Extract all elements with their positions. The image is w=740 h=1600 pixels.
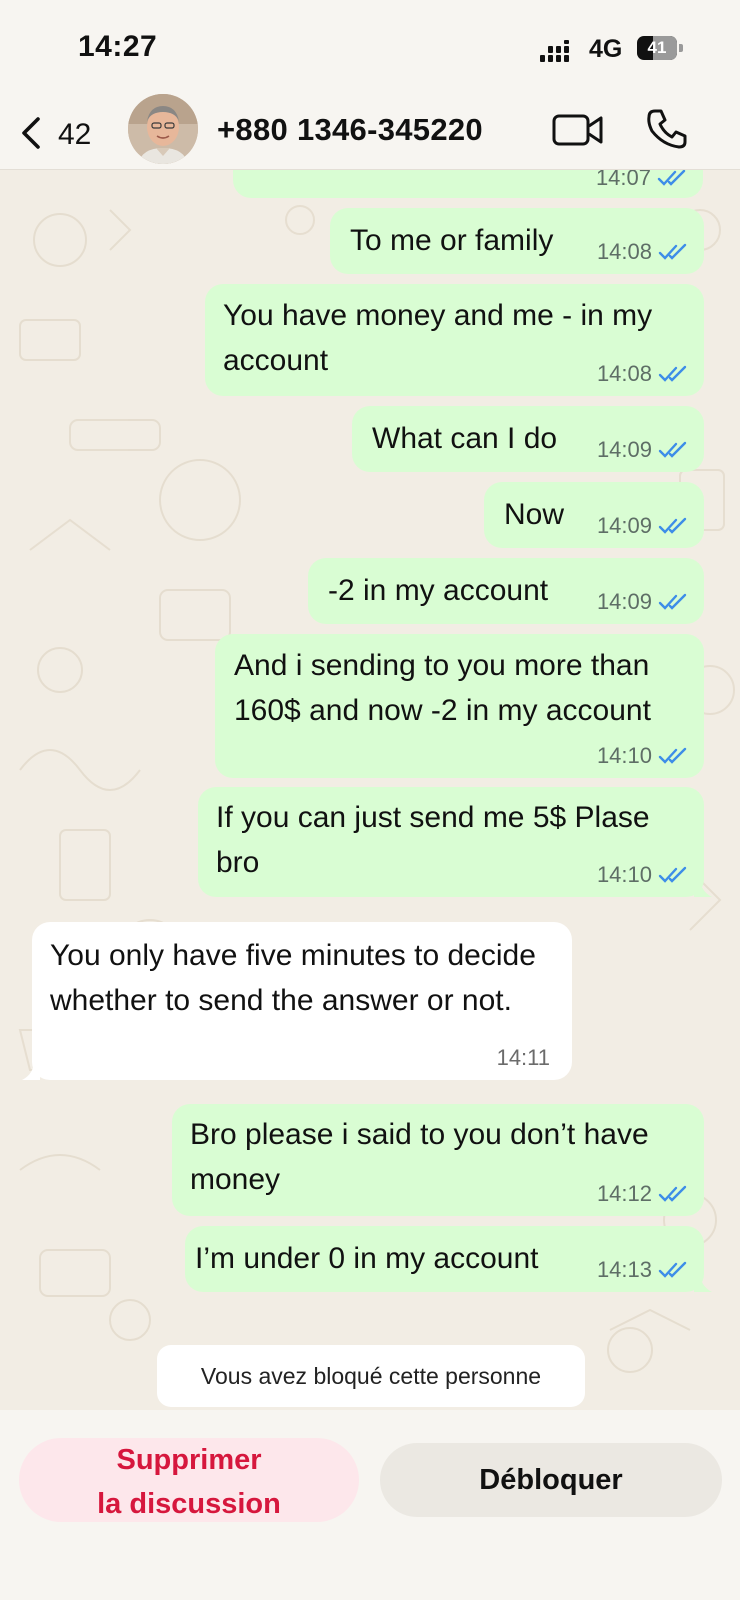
message-meta: 14:08: [597, 362, 690, 386]
message-bubble-outgoing[interactable]: -2 in my account 14:09: [308, 558, 704, 624]
message-meta: 14:08: [597, 240, 690, 264]
read-receipt-icon: [658, 517, 687, 534]
message-meta: 14:09: [597, 590, 690, 614]
network-type-label: 4G: [589, 35, 623, 63]
status-bar: 14:27 4G 41: [0, 0, 740, 96]
delete-chat-label-line2: la discussion: [97, 1488, 281, 1520]
message-time: 14:10: [596, 862, 652, 887]
signal-strength-icon: [540, 40, 569, 62]
message-meta: 14:11: [497, 1046, 550, 1070]
read-receipt-icon: [658, 747, 687, 764]
read-receipt-icon: [658, 1185, 687, 1202]
message-bubble-outgoing[interactable]: And i sending to you more than 160$ and …: [215, 634, 704, 778]
unblock-button[interactable]: Débloquer: [380, 1443, 722, 1517]
chat-header: 42 +880 1346-345220: [0, 94, 740, 170]
bubble-tail: [694, 877, 712, 897]
read-receipt-icon: [658, 866, 687, 883]
message-bubble-outgoing[interactable]: To me or family 14:08: [330, 208, 704, 274]
contact-name[interactable]: +880 1346-345220: [217, 112, 483, 148]
video-call-icon[interactable]: [552, 112, 604, 148]
battery-body: 41: [637, 36, 677, 60]
message-bubble-outgoing[interactable]: Bro please i said to you don’t have mone…: [172, 1104, 704, 1216]
message-meta: 14:09: [597, 438, 690, 462]
bubble-tail: [22, 1060, 40, 1080]
delete-chat-button[interactable]: Supprimer la discussion: [19, 1438, 359, 1522]
bubble-tail: [694, 1272, 712, 1292]
message-bubble-outgoing[interactable]: Now 14:09: [484, 482, 704, 548]
message-meta: 14:10: [597, 744, 690, 768]
status-time: 14:27: [78, 30, 158, 63]
message-text: And i sending to you more than 160$ and …: [234, 649, 651, 727]
blocked-actions-bar: Supprimer la discussion Débloquer: [0, 1410, 740, 1600]
message-bubble-outgoing[interactable]: I’m under 0 in my account 14:13: [185, 1226, 712, 1292]
message-text: You only have five minutes to decide whe…: [50, 939, 536, 1017]
message-bubble-incoming[interactable]: You only have five minutes to decide whe…: [22, 922, 572, 1080]
back-button[interactable]: 42: [14, 106, 104, 156]
avatar-photo: [128, 94, 198, 164]
read-receipt-icon: [658, 593, 687, 610]
message-time: 14:10: [596, 743, 652, 768]
message-time: 14:12: [596, 1181, 652, 1206]
battery-cap: [679, 44, 683, 52]
message-meta: 14:12: [597, 1182, 690, 1206]
avatar[interactable]: [128, 94, 198, 164]
read-receipt-icon: [658, 365, 687, 382]
message-time: 14:09: [596, 513, 652, 538]
message-meta: 14:07: [596, 170, 689, 190]
message-meta: 14:10: [597, 863, 690, 887]
message-meta: 14:13: [597, 1258, 690, 1282]
message-time: 14:13: [596, 1257, 652, 1282]
message-bubble-outgoing[interactable]: You have money and me - in my account 14…: [205, 284, 704, 396]
battery-level-label: 41: [647, 38, 667, 57]
phone-call-icon[interactable]: [646, 108, 688, 150]
battery-icon: 41: [637, 36, 683, 60]
message-time: 14:11: [496, 1045, 550, 1070]
message-bubble-outgoing[interactable]: If you can just send me 5$ Plase bro 14:…: [198, 787, 712, 897]
message-time: 14:09: [596, 589, 652, 614]
message-time: 14:07: [595, 170, 651, 190]
delete-chat-label-line1: Supprimer: [116, 1444, 262, 1476]
read-receipt-icon: [657, 170, 686, 186]
message-time: 14:08: [596, 239, 652, 264]
read-receipt-icon: [658, 243, 687, 260]
message-time: 14:09: [596, 437, 652, 462]
message-meta: 14:09: [597, 514, 690, 538]
message-time: 14:08: [596, 361, 652, 386]
read-receipt-icon: [658, 441, 687, 458]
read-receipt-icon: [658, 1261, 687, 1278]
blocked-contact-notice: Vous avez bloqué cette personne: [157, 1345, 585, 1407]
chat-message-list[interactable]: 14:07 To me or family 14:08 You have mon…: [0, 170, 740, 1410]
chevron-left-icon: [22, 117, 40, 149]
unread-chats-count: 42: [58, 118, 92, 151]
message-bubble-outgoing[interactable]: 14:07: [233, 170, 703, 198]
message-bubble-outgoing[interactable]: What can I do 14:09: [352, 406, 704, 472]
